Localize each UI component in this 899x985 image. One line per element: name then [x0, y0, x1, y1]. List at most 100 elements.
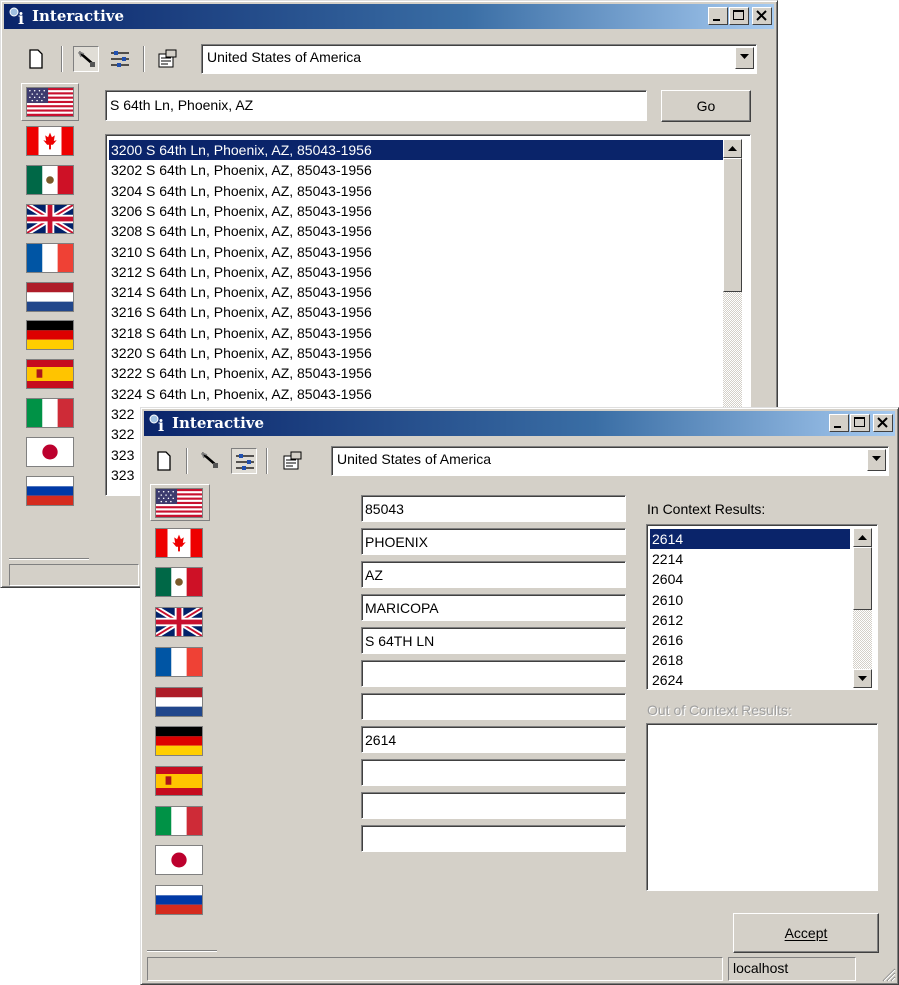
po-box-field[interactable] — [361, 792, 626, 819]
front-status-divider — [147, 950, 217, 952]
maximize-button[interactable] — [850, 414, 870, 432]
address-result-item[interactable]: 3222 S 64th Ln, Phoenix, AZ, 85043-1956 — [109, 363, 723, 383]
germany-flag-button[interactable] — [155, 726, 203, 757]
out-of-context-results-list[interactable] — [646, 723, 878, 891]
interactive-mode-button[interactable] — [73, 46, 99, 72]
scroll-thumb[interactable] — [853, 547, 872, 610]
chevron-down-icon — [868, 450, 885, 467]
france-flag-button[interactable] — [26, 242, 74, 273]
state-field[interactable]: AZ — [361, 561, 626, 588]
uk-flag-icon — [27, 205, 73, 233]
company-field[interactable] — [361, 660, 626, 687]
canada-flag-button[interactable] — [26, 125, 74, 156]
netherlands-flag-button[interactable] — [155, 686, 203, 717]
spain-flag-button[interactable] — [26, 359, 74, 390]
country-select[interactable]: United States of America — [331, 446, 889, 476]
netherlands-flag-icon — [27, 283, 73, 311]
in-context-result-item[interactable]: 2616 — [650, 630, 850, 650]
mexico-flag-button[interactable] — [155, 567, 203, 598]
russia-flag-button[interactable] — [155, 885, 203, 915]
in-context-result-item[interactable]: 2618 — [650, 650, 850, 670]
dropdown-button[interactable] — [735, 47, 754, 69]
close-icon — [753, 8, 771, 24]
county-field[interactable]: MARICOPA — [361, 594, 626, 621]
address-result-item[interactable]: 3202 S 64th Ln, Phoenix, AZ, 85043-1956 — [109, 160, 723, 180]
in-context-results-list[interactable]: 2614 2214 2604 2610 2612 2616 2618 2624 — [646, 524, 878, 690]
in-context-result-item[interactable]: 2610 — [650, 590, 850, 610]
arrow-up-icon — [724, 140, 741, 157]
address-result-item[interactable]: 3212 S 64th Ln, Phoenix, AZ, 85043-1956 — [109, 262, 723, 282]
close-button[interactable] — [873, 414, 893, 432]
sub-building-field[interactable] — [361, 759, 626, 786]
field-mode-button[interactable] — [231, 448, 257, 474]
in-context-result-item[interactable]: 2612 — [650, 610, 850, 630]
zip-field[interactable]: 85043 — [361, 495, 626, 522]
resize-grip-icon[interactable] — [878, 964, 896, 982]
spain-flag-button[interactable] — [155, 765, 203, 796]
in-context-result-item[interactable]: 2604 — [650, 569, 850, 589]
out-of-context-label: Out of Context Results: — [647, 702, 792, 718]
in-context-result-item[interactable]: 2624 — [650, 670, 850, 689]
italy-flag-button[interactable] — [155, 805, 203, 836]
go-button[interactable]: Go — [661, 90, 751, 122]
accept-button[interactable]: Accept — [733, 913, 879, 953]
street-field[interactable]: S 64TH LN — [361, 627, 626, 654]
close-button[interactable] — [752, 7, 772, 25]
address-result-item[interactable]: 3216 S 64th Ln, Phoenix, AZ, 85043-1956 — [109, 302, 723, 322]
premise-no-field[interactable]: 2614 — [361, 726, 626, 753]
netherlands-flag-button[interactable] — [26, 281, 74, 312]
in-context-result-item[interactable]: 2614 — [650, 529, 850, 549]
in-context-scrollbar[interactable] — [853, 528, 872, 688]
new-button[interactable] — [151, 448, 177, 474]
address-result-item[interactable]: 3200 S 64th Ln, Phoenix, AZ, 85043-1956 — [109, 140, 723, 160]
uk-flag-button[interactable] — [26, 203, 74, 234]
address-search-input[interactable]: S 64th Ln, Phoenix, AZ — [105, 90, 647, 121]
germany-flag-button[interactable] — [26, 320, 74, 351]
in-context-result-item[interactable]: 2214 — [650, 549, 850, 569]
field-mode-button[interactable] — [107, 46, 133, 72]
plus4-field[interactable] — [361, 825, 626, 852]
russia-flag-button[interactable] — [26, 476, 74, 506]
address-result-item[interactable]: 3210 S 64th Ln, Phoenix, AZ, 85043-1956 — [109, 242, 723, 262]
properties-icon — [156, 48, 178, 70]
japan-flag-button[interactable] — [155, 845, 203, 876]
italy-flag-button[interactable] — [26, 398, 74, 429]
close-icon — [874, 415, 892, 431]
maximize-button[interactable] — [729, 7, 749, 25]
scroll-down-button[interactable] — [853, 669, 872, 688]
address-result-item[interactable]: 3214 S 64th Ln, Phoenix, AZ, 85043-1956 — [109, 282, 723, 302]
canada-flag-button[interactable] — [155, 527, 203, 558]
back-title-bar[interactable]: Interactive — [4, 4, 774, 29]
address-result-item[interactable]: 3206 S 64th Ln, Phoenix, AZ, 85043-1956 — [109, 201, 723, 221]
scroll-up-button[interactable] — [853, 528, 872, 547]
address-result-item[interactable]: 3220 S 64th Ln, Phoenix, AZ, 85043-1956 — [109, 343, 723, 363]
scroll-up-button[interactable] — [723, 139, 742, 158]
new-button[interactable] — [23, 46, 49, 72]
building-field[interactable] — [361, 693, 626, 720]
minimize-icon — [830, 415, 848, 431]
address-result-item[interactable]: 3204 S 64th Ln, Phoenix, AZ, 85043-1956 — [109, 181, 723, 201]
uk-flag-button[interactable] — [155, 607, 203, 638]
mexico-flag-button[interactable] — [26, 164, 74, 195]
france-flag-button[interactable] — [155, 646, 203, 677]
chevron-down-icon — [736, 48, 753, 65]
address-result-item[interactable]: 3218 S 64th Ln, Phoenix, AZ, 85043-1956 — [109, 323, 723, 343]
front-title-bar[interactable]: Interactive — [144, 411, 895, 436]
scroll-thumb[interactable] — [723, 158, 742, 292]
properties-button[interactable] — [154, 46, 180, 72]
dropdown-button[interactable] — [867, 449, 886, 471]
address-search-value: S 64th Ln, Phoenix, AZ — [110, 97, 254, 113]
properties-button[interactable] — [279, 448, 305, 474]
minimize-button[interactable] — [829, 414, 849, 432]
address-result-item[interactable]: 3224 S 64th Ln, Phoenix, AZ, 85043-1956 — [109, 384, 723, 404]
japan-flag-button[interactable] — [26, 437, 74, 468]
city-field[interactable]: PHOENIX — [361, 528, 626, 555]
minimize-button[interactable] — [708, 7, 728, 25]
interactive-mode-button[interactable] — [197, 448, 223, 474]
country-select[interactable]: United States of America — [201, 44, 757, 74]
japan-flag-icon — [156, 846, 202, 874]
address-result-item[interactable]: 3208 S 64th Ln, Phoenix, AZ, 85043-1956 — [109, 221, 723, 241]
us-flag-button[interactable] — [155, 488, 203, 518]
sliders-icon — [109, 48, 131, 70]
us-flag-button[interactable] — [26, 87, 74, 117]
